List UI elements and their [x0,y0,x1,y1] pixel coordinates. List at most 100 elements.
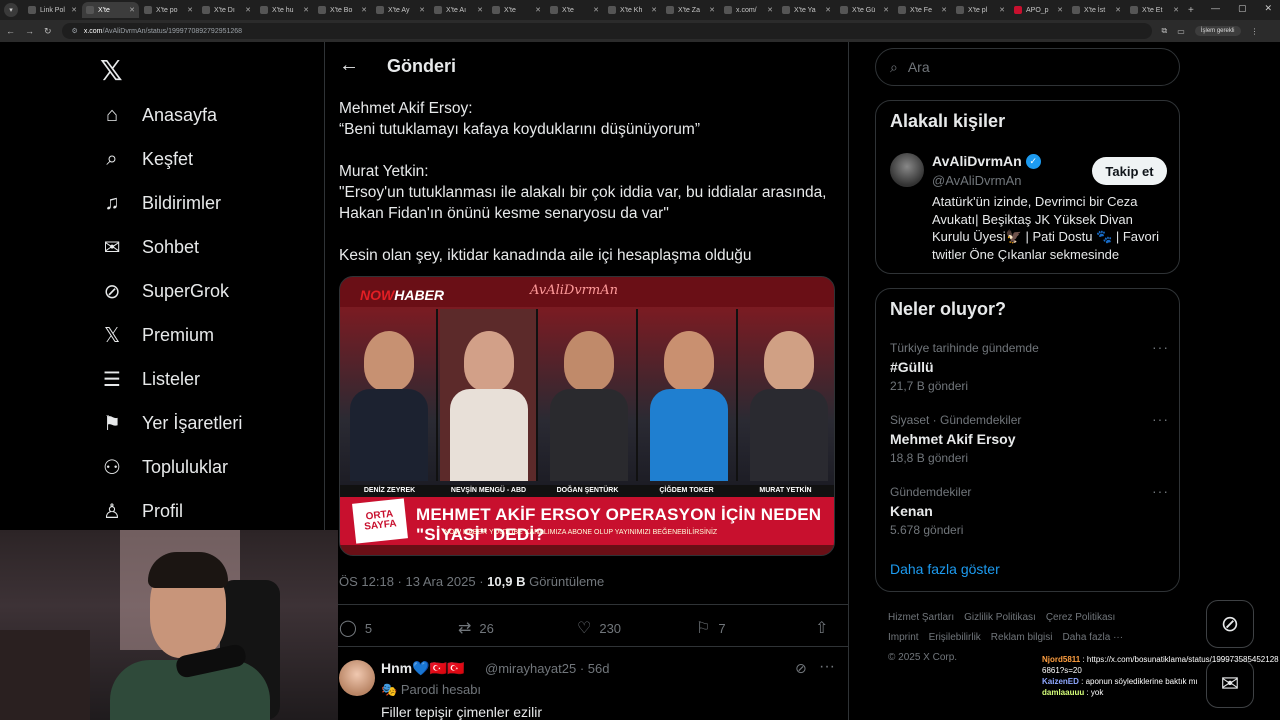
heart-icon: ♡ [577,620,592,637]
close-icon[interactable]: ✕ [535,6,541,14]
post-text-line: "Ersoy'un tutuklanması ile alakalı bir ç… [339,184,827,201]
search-icon: ⌕ [890,58,898,75]
like-button[interactable]: ♡ 230 [577,618,687,638]
browser-tab[interactable]: X'te ✕ [546,2,603,18]
share-button[interactable]: ⇧ [815,618,835,638]
close-icon[interactable]: ✕ [709,6,715,14]
close-icon[interactable]: ✕ [477,6,483,14]
tab-list-icon[interactable]: ▾ [4,3,18,17]
extensions-icon[interactable]: ⧉ [1162,26,1168,36]
browser-tab[interactable]: X'te po ✕ [140,2,197,18]
close-icon[interactable]: ✕ [187,6,193,14]
show-more-link[interactable]: Daha fazla göster [890,561,1000,577]
more-icon[interactable]: ··· [1152,339,1169,355]
close-icon[interactable]: ✕ [1057,6,1063,14]
trend-item[interactable]: Türkiye tarihinde gündemde #Güllü 21,7 B… [890,339,1170,393]
close-icon[interactable]: ✕ [1115,6,1121,14]
close-icon[interactable]: ✕ [999,6,1005,14]
more-icon[interactable]: ··· [819,658,835,676]
reply-post[interactable]: Hnm💙🇹🇷🇹🇷 @mirayhayat25 · 56d 🎭 Parodi he… [339,656,839,720]
browser-tab[interactable]: X'te Aı ✕ [430,2,487,18]
favicon-icon [86,6,94,14]
browser-tab[interactable]: X'te Za ✕ [662,2,719,18]
grok-fab-button[interactable]: ⊘ [1206,600,1254,648]
nav-item-communities[interactable]: ⚇ Topluluklar [100,452,228,482]
close-icon[interactable]: ✕ [419,6,425,14]
browser-tab[interactable]: X'te Fe ✕ [894,2,951,18]
browser-tab[interactable]: X'te hu ✕ [256,2,313,18]
new-tab-icon[interactable]: + [1188,5,1194,16]
more-icon[interactable]: ··· [1152,411,1169,427]
close-icon[interactable]: ✕ [651,6,657,14]
repost-button[interactable]: ⇄ 26 [458,618,568,638]
reply-author-name[interactable]: Hnm💙🇹🇷🇹🇷 [381,660,464,677]
close-icon[interactable]: ✕ [883,6,889,14]
menu-icon[interactable]: ⋮ [1251,27,1259,36]
browser-tab[interactable]: X'te İst ✕ [1068,2,1125,18]
nav-item-premium[interactable]: 𝕏 Premium [100,320,214,350]
close-window-icon[interactable]: ✕ [1264,3,1272,14]
close-icon[interactable]: ✕ [767,6,773,14]
nav-item-supergrok[interactable]: ⊘ SuperGrok [100,276,229,306]
close-icon[interactable]: ✕ [825,6,831,14]
browser-tab[interactable]: X'te Bo ✕ [314,2,371,18]
forward-nav-icon[interactable]: → [25,26,34,36]
close-icon[interactable]: ✕ [129,6,135,14]
browser-tab[interactable]: X'te Ay ✕ [372,2,429,18]
browser-tab[interactable]: X'te ✕ [488,2,545,18]
profile-button[interactable]: İşlem gerekli [1194,26,1241,36]
grok-icon: ⊘ [1220,611,1240,636]
nav-item-profile[interactable]: ♙ Profil [100,496,183,526]
close-icon[interactable]: ✕ [941,6,947,14]
close-icon[interactable]: ✕ [245,6,251,14]
avatar[interactable] [890,153,924,187]
close-icon[interactable]: ✕ [71,6,77,14]
minimize-icon[interactable]: — [1211,3,1220,14]
search-input[interactable]: ⌕ Ara [875,48,1180,86]
url-field[interactable]: ⚙ x.com/AvAliDvrmAn/status/1999770892792… [61,23,1152,39]
x-logo-icon[interactable]: 𝕏 [100,54,123,87]
browser-tab[interactable]: X'te Et ✕ [1126,2,1183,18]
post-header: ← Gönderi [325,42,848,90]
bookmark-button[interactable]: ⚐ 7 [696,618,806,638]
nav-item-bookmarks[interactable]: ⚑ Yer İşaretleri [100,408,242,438]
reply-button[interactable]: ◯ 5 [339,618,449,638]
browser-tab[interactable]: X'te Gü ✕ [836,2,893,18]
nav-item-home[interactable]: ⌂ Anasayfa [100,100,217,130]
nav-item-explore[interactable]: ⌕ Keşfet [100,144,193,174]
browser-tab[interactable]: X'te Ya ✕ [778,2,835,18]
back-arrow-icon[interactable]: ← [339,54,359,77]
trend-item[interactable]: Siyaset · Gündemdekiler Mehmet Akif Erso… [890,411,1170,465]
avatar[interactable] [339,660,375,696]
close-icon[interactable]: ✕ [1173,6,1179,14]
browser-tab[interactable]: APO_p ✕ [1010,2,1067,18]
browser-tab-active[interactable]: X'te ✕ [82,2,139,18]
close-icon[interactable]: ✕ [303,6,309,14]
panelist-face [364,331,414,391]
nav-item-notifications[interactable]: ♫ Bildirimler [100,188,222,218]
person-name[interactable]: AvAliDvrmAn ✓ [932,153,1041,169]
site-info-icon[interactable]: ⚙ [72,27,78,35]
more-icon[interactable]: ··· [1152,483,1169,499]
person-bio: Atatürk'ün izinde, Devrimci bir Ceza Avu… [932,194,1159,262]
maximize-icon[interactable]: ▢ [1238,3,1247,14]
follow-button[interactable]: Takip et [1092,157,1167,185]
browser-tab[interactable]: Link Pol ✕ [24,2,81,18]
nav-item-lists[interactable]: ☰ Listeler [100,364,200,394]
sidebar-icon[interactable]: ▭ [1177,27,1185,36]
reload-icon[interactable]: ↻ [44,26,52,37]
back-nav-icon[interactable]: ← [6,26,15,36]
x-icon: 𝕏 [103,324,121,347]
browser-tab[interactable]: X'te Kh ✕ [604,2,661,18]
close-icon[interactable]: ✕ [361,6,367,14]
grok-icon[interactable]: ⊘ [795,660,807,677]
browser-tab[interactable]: X'te pl ✕ [952,2,1009,18]
browser-tab[interactable]: X'te Dı ✕ [198,2,255,18]
favicon-icon [260,6,268,14]
favicon-icon [28,6,36,14]
trend-item[interactable]: Gündemdekiler Kenan 5.678 gönderi ··· [890,483,1170,537]
post-media-image[interactable]: NOWHABER AvAliDvrmAn DENİZ ZEYREK NEVŞİN… [339,276,835,556]
close-icon[interactable]: ✕ [593,6,599,14]
browser-tab[interactable]: x.com/✕ [720,2,777,18]
nav-item-chat[interactable]: ✉ Sohbet [100,232,199,262]
